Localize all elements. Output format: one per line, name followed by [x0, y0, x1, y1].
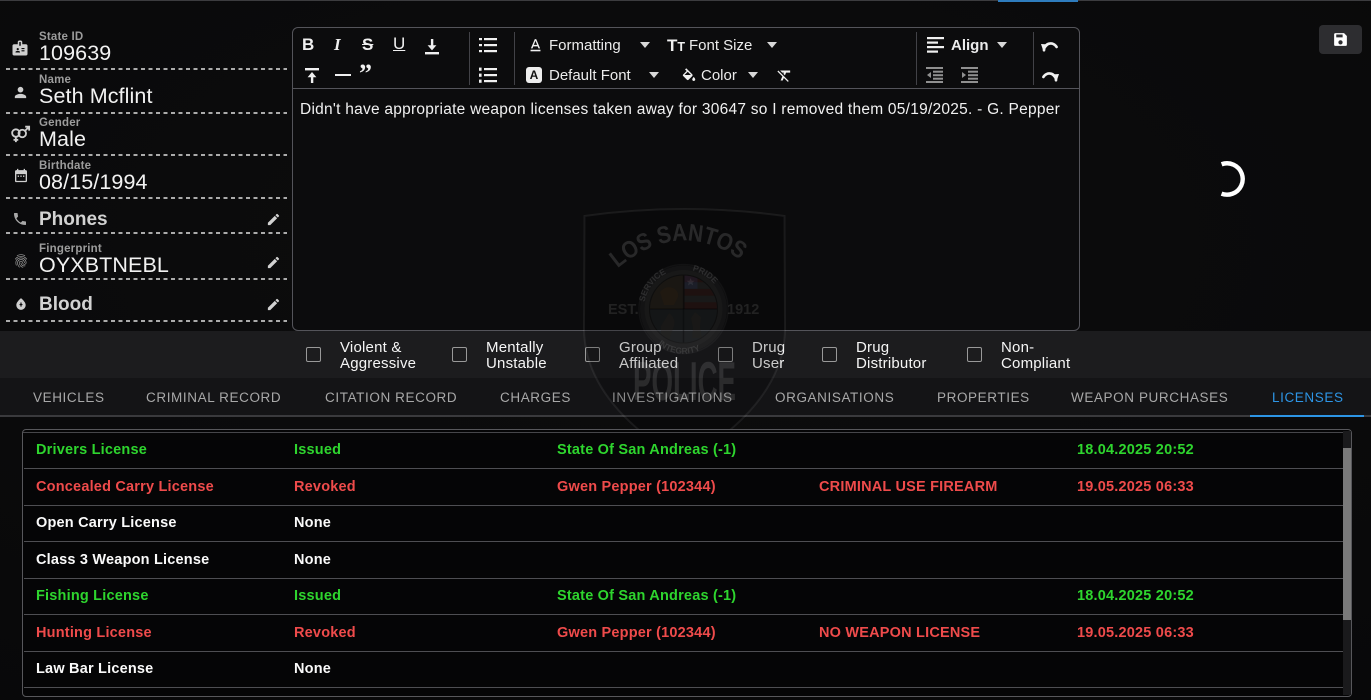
svg-text:EST.: EST.: [608, 302, 639, 318]
svg-text:1912: 1912: [727, 302, 759, 318]
svg-text:POLICE: POLICE: [633, 350, 736, 412]
